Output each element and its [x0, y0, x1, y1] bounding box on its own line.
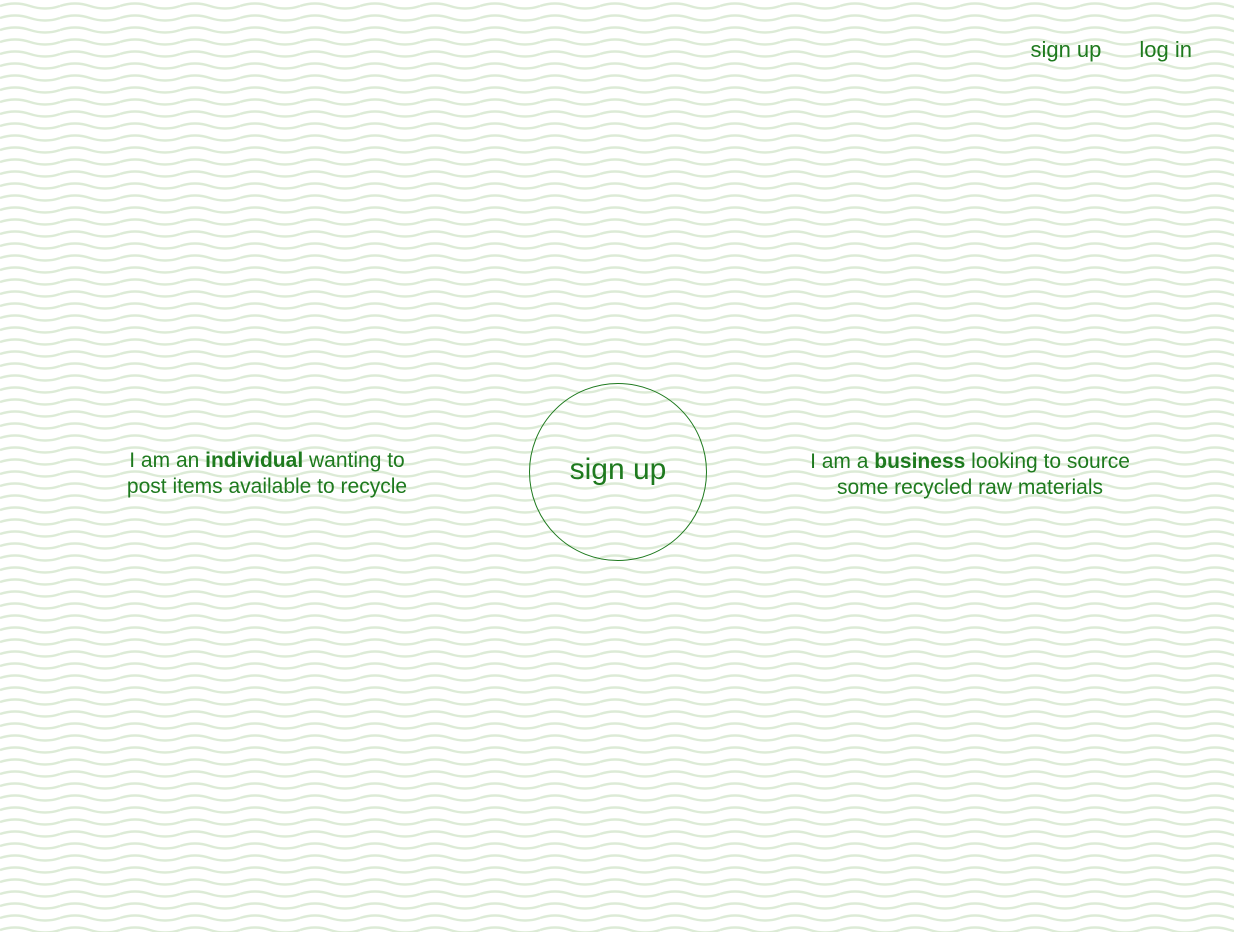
individual-line2: post items available to recycle [126, 475, 408, 498]
top-nav: sign up log in [1030, 34, 1192, 66]
individual-prefix: I am an [129, 449, 206, 472]
individual-option[interactable]: I am an individual wanting to post items… [100, 448, 434, 500]
business-line2: some recycled raw materials [836, 476, 1104, 499]
nav-login-link[interactable]: log in [1139, 34, 1192, 66]
signup-circle-label: sign up [569, 453, 667, 486]
business-prefix: I am a [810, 450, 875, 473]
business-emphasis: business [874, 450, 966, 473]
individual-emphasis: individual [205, 449, 304, 472]
nav-signup-link[interactable]: sign up [1030, 34, 1101, 66]
business-option[interactable]: I am a business looking to source some r… [770, 449, 1170, 501]
signup-circle-button[interactable]: sign up [529, 383, 707, 561]
individual-suffix: wanting to [303, 449, 405, 472]
business-suffix: looking to source [965, 450, 1130, 473]
